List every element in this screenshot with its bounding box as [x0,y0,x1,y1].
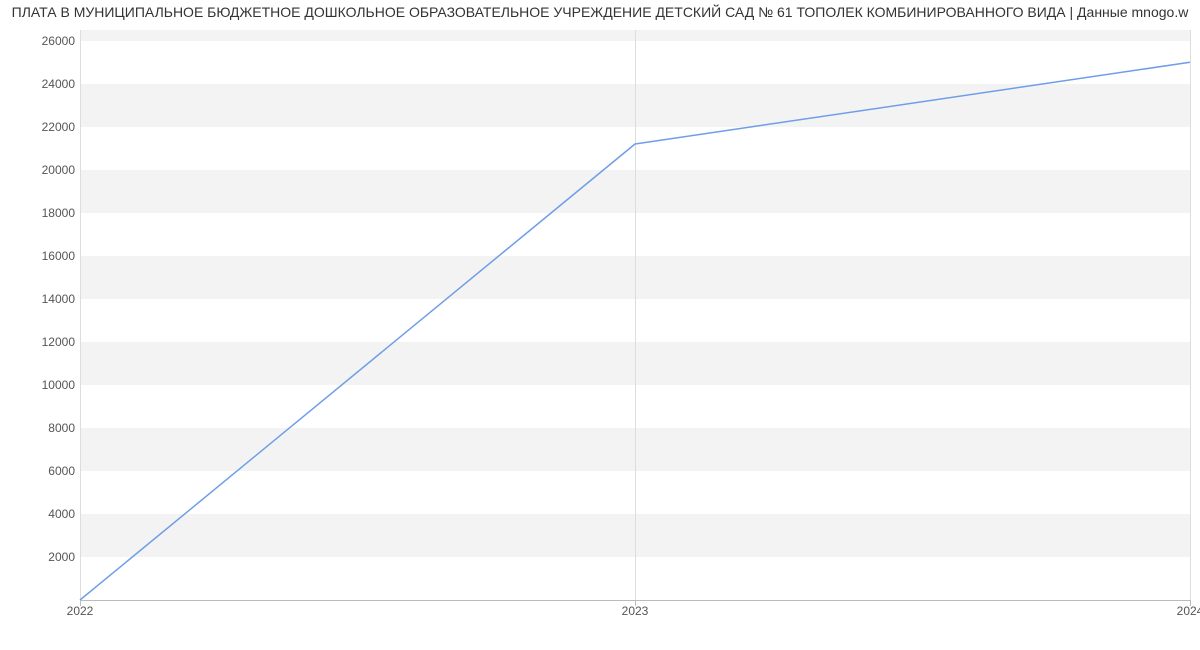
y-tick-label: 18000 [15,206,75,220]
y-tick-label: 12000 [15,335,75,349]
y-tick-label: 16000 [15,249,75,263]
x-tick-mark [80,600,81,606]
x-tick-label: 2022 [67,604,94,618]
y-tick-label: 10000 [15,378,75,392]
x-tick-label: 2023 [622,604,649,618]
y-tick-label: 14000 [15,292,75,306]
y-tick-label: 4000 [15,507,75,521]
line-series [80,30,1190,600]
x-tick-label: 2024 [1177,604,1200,618]
data-line [80,62,1190,600]
y-tick-label: 8000 [15,421,75,435]
y-tick-label: 24000 [15,77,75,91]
y-tick-label: 20000 [15,163,75,177]
y-tick-label: 6000 [15,464,75,478]
chart-container: ПЛАТА В МУНИЦИПАЛЬНОЕ БЮДЖЕТНОЕ ДОШКОЛЬН… [0,0,1200,650]
chart-title: ПЛАТА В МУНИЦИПАЛЬНОЕ БЮДЖЕТНОЕ ДОШКОЛЬН… [0,4,1200,20]
y-tick-label: 2000 [15,550,75,564]
x-tick-mark [635,600,636,606]
y-tick-label: 26000 [15,34,75,48]
y-tick-label: 22000 [15,120,75,134]
plot-area [80,30,1190,601]
grid-vline [1190,30,1191,600]
x-tick-mark [1190,600,1191,606]
